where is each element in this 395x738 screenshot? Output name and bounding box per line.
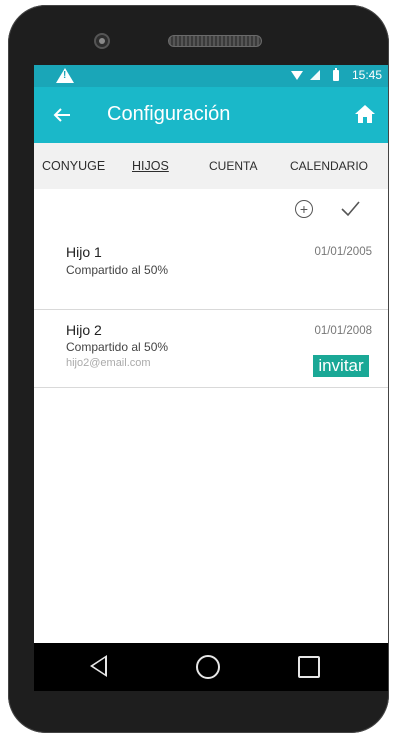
list-item[interactable]: Hijo 2 Compartido al 50% hijo2@email.com… <box>34 310 388 388</box>
child-email: hijo2@email.com <box>66 357 151 369</box>
child-name: Hijo 2 <box>66 322 102 338</box>
child-date: 01/01/2005 <box>314 246 372 258</box>
list-actions: + <box>34 189 388 227</box>
nav-back-icon[interactable] <box>90 655 107 677</box>
earpiece-speaker <box>168 35 262 47</box>
battery-icon <box>332 67 339 81</box>
app-bar: Configuración <box>34 87 388 143</box>
status-bar: 15:45 <box>34 65 388 87</box>
arrow-left-icon[interactable] <box>48 101 76 129</box>
child-share: Compartido al 50% <box>66 263 169 277</box>
signal-icon <box>309 70 320 80</box>
front-camera <box>94 33 110 49</box>
warning-icon <box>56 68 74 83</box>
screen: 15:45 Configuración CONYUGE HIJOS CUENTA… <box>34 65 388 691</box>
tab-hijos[interactable]: HIJOS <box>132 159 169 173</box>
status-time: 15:45 <box>351 68 382 82</box>
nav-recent-apps-icon[interactable] <box>298 656 320 678</box>
check-icon[interactable] <box>339 197 361 219</box>
tab-cuenta[interactable]: CUENTA <box>209 159 257 173</box>
child-name: Hijo 1 <box>66 244 102 260</box>
wifi-icon <box>290 70 303 80</box>
invite-button[interactable]: invitar <box>313 355 369 377</box>
phone-frame: 15:45 Configuración CONYUGE HIJOS CUENTA… <box>8 5 389 733</box>
nav-home-icon[interactable] <box>196 655 220 679</box>
child-date: 01/01/2008 <box>314 325 372 337</box>
tab-conyuge[interactable]: CONYUGE <box>42 159 105 173</box>
list-item[interactable]: Hijo 1 Compartido al 50% 01/01/2005 <box>34 227 388 310</box>
status-icons: 15:45 <box>290 67 382 82</box>
tab-calendario[interactable]: CALENDARIO <box>290 159 368 173</box>
system-nav-bar <box>34 643 388 691</box>
tab-bar: CONYUGE HIJOS CUENTA CALENDARIO <box>34 143 388 189</box>
add-circle-icon[interactable]: + <box>295 200 313 218</box>
child-share: Compartido al 50% <box>66 340 169 354</box>
page-title: Configuración <box>107 103 231 125</box>
home-icon[interactable] <box>352 101 378 127</box>
